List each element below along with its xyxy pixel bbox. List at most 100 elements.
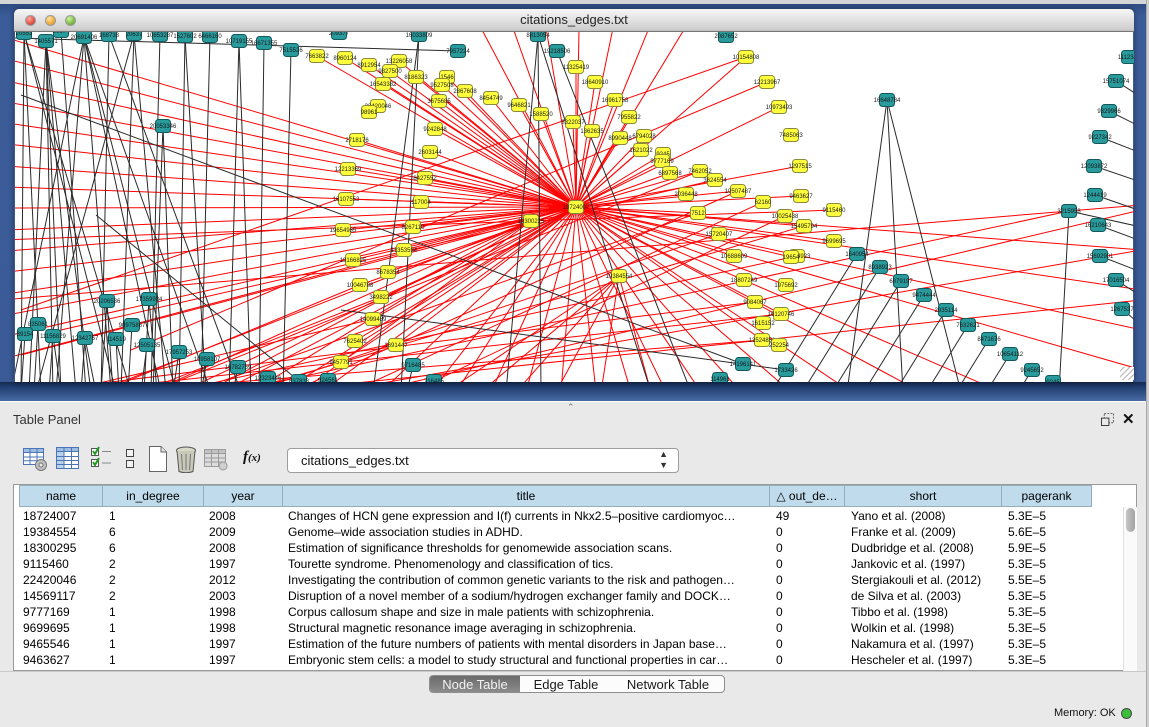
svg-text:1975692: 1975692 xyxy=(774,283,798,289)
svg-text:8678354: 8678354 xyxy=(376,270,400,276)
svg-text:17359934: 17359934 xyxy=(136,297,163,303)
svg-text:12093872: 12093872 xyxy=(1081,164,1108,170)
svg-text:2036448: 2036448 xyxy=(674,192,698,198)
svg-text:7955822: 7955822 xyxy=(617,115,641,121)
svg-text:9115460: 9115460 xyxy=(823,208,847,214)
svg-text:18724007: 18724007 xyxy=(563,205,590,211)
svg-text:16210643: 16210643 xyxy=(1085,223,1112,229)
svg-text:10719155: 10719155 xyxy=(226,39,253,45)
svg-text:7957224: 7957224 xyxy=(446,49,470,55)
svg-text:8427552: 8427552 xyxy=(413,176,437,182)
svg-text:10973493: 10973493 xyxy=(766,105,793,111)
svg-text:7485063: 7485063 xyxy=(779,133,803,139)
svg-text:2603144: 2603144 xyxy=(418,150,442,156)
svg-text:20691406: 20691406 xyxy=(71,35,98,41)
svg-text:9242848: 9242848 xyxy=(423,127,447,133)
svg-text:98961: 98961 xyxy=(361,110,378,116)
svg-text:19218506: 19218506 xyxy=(544,49,571,55)
svg-text:1267537: 1267537 xyxy=(1110,307,1134,313)
svg-text:637833: 637833 xyxy=(289,379,310,382)
svg-text:6897568: 6897568 xyxy=(658,171,682,177)
svg-text:1588520: 1588520 xyxy=(529,112,553,118)
svg-text:15751074: 15751074 xyxy=(1103,79,1130,85)
svg-text:3624554: 3624554 xyxy=(703,178,727,184)
svg-text:90975867: 90975867 xyxy=(119,323,146,329)
svg-text:3215958: 3215958 xyxy=(1057,209,1081,215)
svg-text:2935114: 2935114 xyxy=(935,308,959,314)
svg-text:14099489: 14099489 xyxy=(360,317,387,323)
svg-text:16543382: 16543382 xyxy=(370,82,397,88)
svg-text:10507487: 10507487 xyxy=(725,189,752,195)
svg-text:209377: 209377 xyxy=(329,32,350,37)
svg-text:9457791: 9457791 xyxy=(329,360,353,366)
svg-text:15495794: 15495794 xyxy=(791,224,818,230)
svg-text:16033809: 16033809 xyxy=(406,33,433,39)
svg-text:10154808: 10154808 xyxy=(733,55,760,61)
svg-text:835061: 835061 xyxy=(28,322,49,328)
svg-text:10046788: 10046788 xyxy=(347,283,374,289)
svg-text:10654112: 10654112 xyxy=(997,352,1024,358)
svg-text:15720407: 15720407 xyxy=(706,232,733,238)
svg-text:12213967: 12213967 xyxy=(754,80,781,86)
svg-text:17957253: 17957253 xyxy=(166,350,193,356)
svg-text:6466160: 6466160 xyxy=(198,34,222,40)
svg-text:19654985: 19654985 xyxy=(330,228,357,234)
svg-text:16961758: 16961758 xyxy=(602,98,629,104)
svg-text:114961: 114961 xyxy=(710,377,730,382)
svg-text:86674: 86674 xyxy=(53,32,70,35)
svg-text:7625402: 7625402 xyxy=(343,339,367,345)
svg-text:1691447: 1691447 xyxy=(384,343,408,349)
svg-text:2718176: 2718176 xyxy=(345,138,369,144)
svg-text:16120746: 16120746 xyxy=(768,312,795,318)
svg-text:12213369: 12213369 xyxy=(335,167,362,173)
svg-text:1112345: 1112345 xyxy=(1118,55,1134,61)
svg-text:16671355: 16671355 xyxy=(251,41,278,47)
svg-text:12323446: 12323446 xyxy=(255,376,282,382)
svg-text:7632621: 7632621 xyxy=(956,323,980,329)
svg-text:1527602: 1527602 xyxy=(173,34,197,40)
svg-text:1615152: 1615152 xyxy=(751,321,775,327)
svg-text:2867608: 2867608 xyxy=(453,89,477,95)
svg-text:716485: 716485 xyxy=(424,379,445,382)
svg-text:8471676: 8471676 xyxy=(977,337,1001,343)
svg-text:39154: 39154 xyxy=(17,332,34,338)
svg-text:1733426: 1733426 xyxy=(774,368,798,374)
svg-text:1244419: 1244419 xyxy=(1083,193,1107,199)
svg-text:7663822: 7663822 xyxy=(305,54,329,60)
svg-text:8813054: 8813054 xyxy=(526,33,550,39)
svg-text:9084067: 9084067 xyxy=(743,300,767,306)
svg-text:114519: 114519 xyxy=(106,337,126,343)
svg-text:7515526: 7515526 xyxy=(279,48,303,54)
svg-text:18640910: 18640910 xyxy=(582,80,609,86)
svg-text:19300215: 19300215 xyxy=(518,219,545,225)
svg-text:9227342: 9227342 xyxy=(1088,135,1112,141)
svg-text:8186323: 8186323 xyxy=(404,75,428,81)
svg-text:6879197: 6879197 xyxy=(889,279,913,285)
svg-text:9646821: 9646821 xyxy=(507,103,531,109)
svg-text:9827500: 9827500 xyxy=(378,69,402,75)
svg-text:18807249: 18807249 xyxy=(731,278,758,284)
svg-text:9463627: 9463627 xyxy=(789,194,813,200)
svg-text:1640954: 1640954 xyxy=(845,252,869,258)
svg-text:12342757: 12342757 xyxy=(72,336,99,342)
svg-text:3498222: 3498222 xyxy=(369,295,393,301)
svg-text:8960124: 8960124 xyxy=(333,56,357,62)
svg-text:9245652: 9245652 xyxy=(1020,368,1044,374)
svg-text:3675685: 3675685 xyxy=(427,99,451,105)
svg-text:6794028: 6794028 xyxy=(632,134,656,140)
svg-text:10958107: 10958107 xyxy=(194,357,221,363)
svg-text:8990448: 8990448 xyxy=(608,136,632,142)
svg-text:16107553: 16107553 xyxy=(333,197,360,203)
svg-text:1297515: 1297515 xyxy=(788,164,812,170)
svg-text:7512: 7512 xyxy=(691,211,705,217)
svg-text:8267110: 8267110 xyxy=(402,225,426,231)
svg-text:168733: 168733 xyxy=(99,33,120,39)
svg-text:20553: 20553 xyxy=(16,32,33,37)
svg-text:9527508: 9527508 xyxy=(430,83,454,89)
svg-text:20053346: 20053346 xyxy=(150,124,177,130)
svg-text:1621022: 1621022 xyxy=(629,148,653,154)
svg-text:20637: 20637 xyxy=(126,32,143,38)
svg-text:11353594: 11353594 xyxy=(391,248,418,254)
svg-text:10025438: 10025438 xyxy=(772,214,799,220)
svg-text:252254: 252254 xyxy=(769,343,790,349)
